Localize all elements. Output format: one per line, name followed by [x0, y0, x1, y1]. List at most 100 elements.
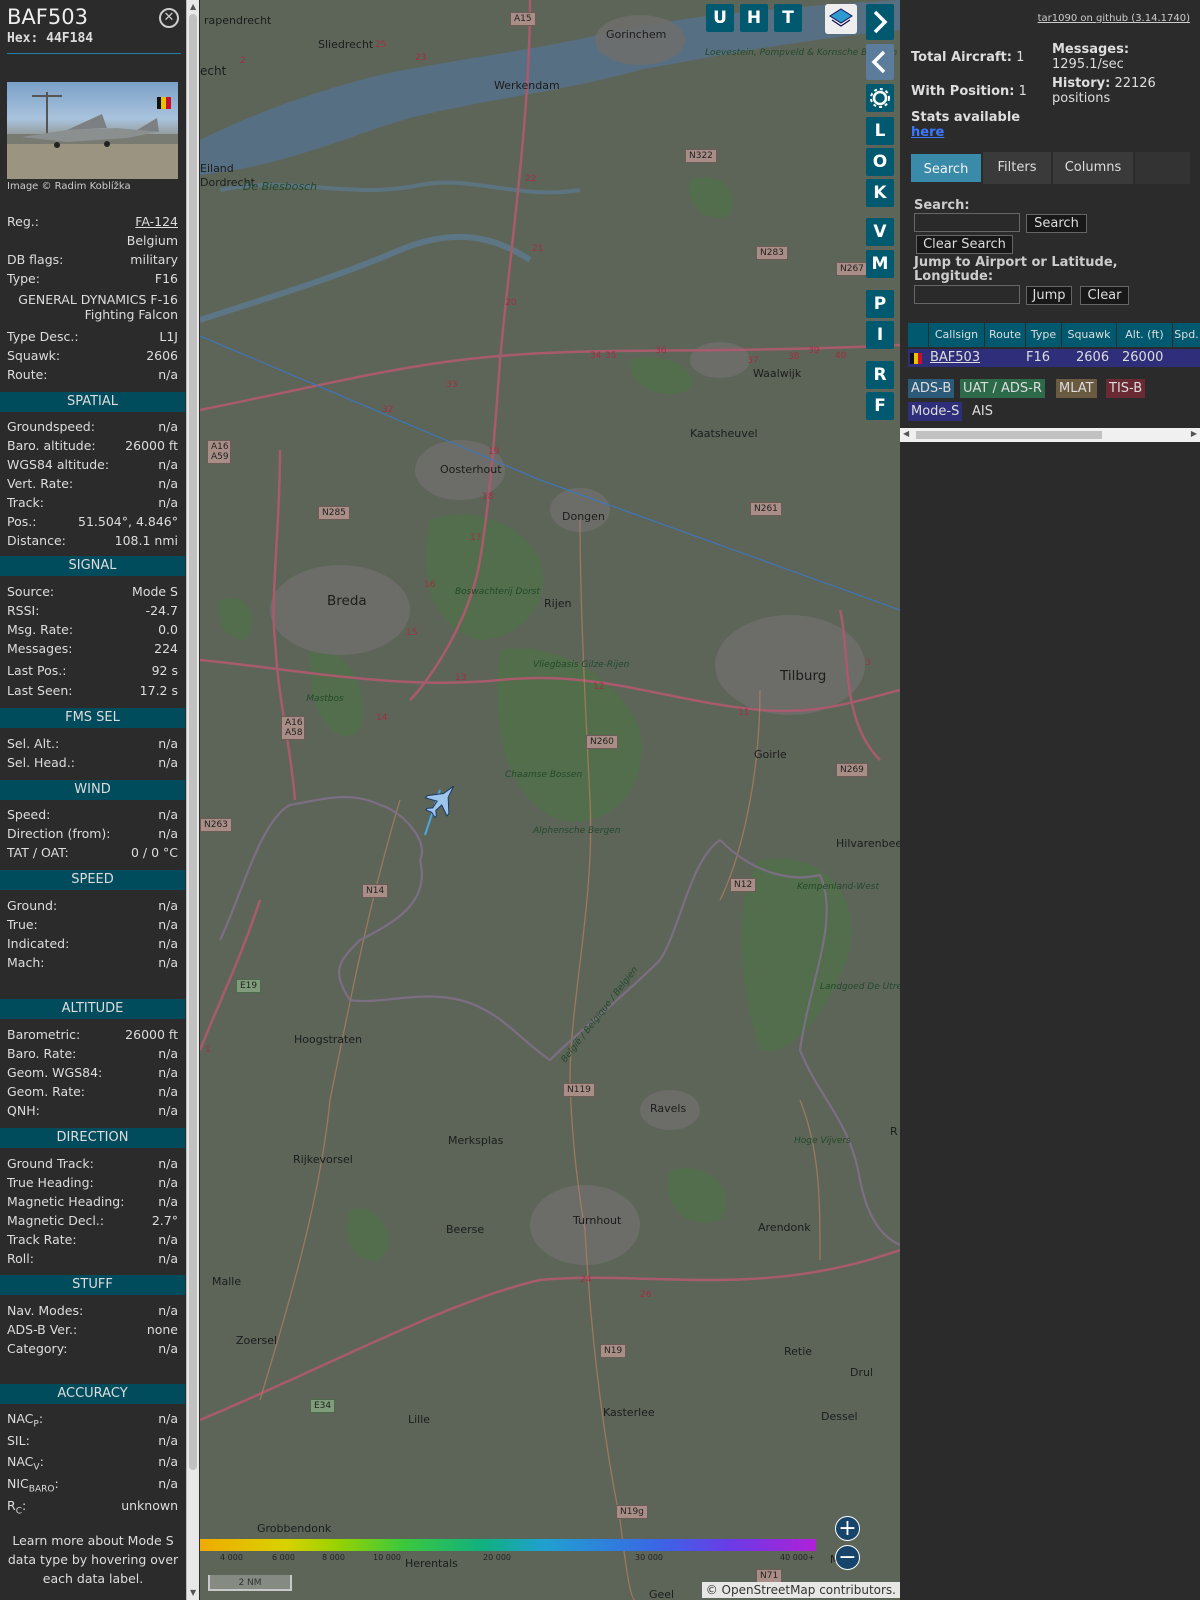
tab-search[interactable]: Search: [909, 152, 983, 184]
chevron-left-icon[interactable]: [866, 44, 894, 80]
detail-label[interactable]: Roll:: [7, 1251, 34, 1266]
place-label: Oosterhout: [440, 463, 502, 476]
detail-label[interactable]: Baro. altitude:: [7, 438, 96, 453]
source-adsb[interactable]: ADS-B: [908, 379, 955, 398]
source-uat[interactable]: UAT / ADS-R: [960, 379, 1045, 398]
search-input[interactable]: [914, 213, 1020, 232]
detail-label[interactable]: Indicated:: [7, 936, 69, 951]
detail-label[interactable]: Ground Track:: [7, 1156, 94, 1171]
gear-icon[interactable]: [866, 84, 894, 112]
side-button-v[interactable]: V: [866, 218, 894, 246]
tab-filters[interactable]: Filters: [983, 152, 1051, 184]
side-button-i[interactable]: I: [866, 321, 894, 349]
detail-label[interactable]: NICBARO:: [7, 1476, 59, 1495]
detail-label[interactable]: NACP:: [7, 1411, 43, 1430]
map-attribution[interactable]: © OpenStreetMap contributors.: [701, 1582, 900, 1598]
detail-label[interactable]: Last Pos.:: [7, 663, 66, 678]
table-header-callsign[interactable]: Callsign: [929, 323, 984, 347]
detail-label[interactable]: Msg. Rate:: [7, 622, 73, 637]
side-button-k[interactable]: K: [866, 179, 894, 207]
side-button-o[interactable]: O: [866, 148, 894, 176]
road-number: 40: [835, 351, 847, 361]
tab-columns[interactable]: Columns: [1053, 152, 1133, 184]
detail-label[interactable]: Source:: [7, 584, 54, 599]
side-button-f[interactable]: F: [866, 392, 894, 420]
scroll-up-icon[interactable]: ▲: [190, 2, 196, 11]
reg-link[interactable]: FA-124: [135, 214, 178, 229]
side-button-p[interactable]: P: [866, 290, 894, 318]
detail-label[interactable]: Category:: [7, 1341, 67, 1356]
close-icon[interactable]: ✕: [159, 8, 179, 28]
detail-label[interactable]: Last Seen:: [7, 683, 72, 698]
detail-label[interactable]: Geom. Rate:: [7, 1084, 85, 1099]
toggle-button-h[interactable]: H: [740, 4, 768, 32]
detail-label[interactable]: Baro. Rate:: [7, 1046, 76, 1061]
detail-label[interactable]: TAT / OAT:: [7, 845, 69, 860]
detail-label[interactable]: Track:: [7, 495, 44, 510]
toggle-button-u[interactable]: U: [706, 4, 734, 32]
detail-label[interactable]: Ground:: [7, 898, 57, 913]
detail-label[interactable]: Speed:: [7, 807, 50, 822]
zoom-in-button[interactable]: +: [835, 1516, 860, 1541]
detail-label[interactable]: Geom. WGS84:: [7, 1065, 102, 1080]
search-button[interactable]: Search: [1026, 214, 1087, 233]
github-link[interactable]: tar1090 on github (3.14.1740): [1038, 13, 1190, 24]
clear-button[interactable]: Clear: [1080, 286, 1129, 305]
side-button-l[interactable]: L: [866, 117, 894, 145]
scrollbar-thumb[interactable]: [916, 431, 1102, 439]
detail-label[interactable]: Direction (from):: [7, 826, 111, 841]
scroll-right-icon[interactable]: ▶: [1191, 429, 1197, 438]
detail-label[interactable]: RSSI:: [7, 603, 39, 618]
sidebar-scrollbar[interactable]: ▲ ▼: [186, 0, 199, 1600]
table-header-altitude[interactable]: Alt. (ft): [1117, 323, 1172, 347]
table-header-speed[interactable]: Spd.: [1173, 323, 1200, 347]
source-modes[interactable]: Mode-S: [908, 402, 963, 421]
source-tisb[interactable]: TIS-B: [1106, 379, 1146, 398]
detail-label[interactable]: Barometric:: [7, 1027, 80, 1042]
zoom-out-button[interactable]: −: [835, 1545, 860, 1570]
stats-link[interactable]: here: [911, 125, 944, 140]
table-horizontal-scrollbar[interactable]: ◀ ▶: [900, 428, 1200, 442]
detail-label[interactable]: Track Rate:: [7, 1232, 77, 1247]
detail-label[interactable]: Magnetic Decl.:: [7, 1213, 104, 1228]
toggle-button-t[interactable]: T: [774, 4, 802, 32]
map-view[interactable]: rapendrecht echt Eiland Drul Mol R Gorin…: [200, 0, 900, 1600]
detail-label[interactable]: Distance:: [7, 533, 66, 548]
detail-label[interactable]: Messages:: [7, 641, 73, 656]
detail-label[interactable]: True Heading:: [7, 1175, 94, 1190]
detail-label[interactable]: Pos.:: [7, 514, 36, 529]
chevron-right-icon[interactable]: [866, 4, 894, 40]
detail-label[interactable]: RC:: [7, 1498, 26, 1517]
total-aircraft-value: 1: [1016, 50, 1025, 65]
detail-label[interactable]: NACV:: [7, 1454, 44, 1473]
detail-label[interactable]: WGS84 altitude:: [7, 457, 109, 472]
detail-label[interactable]: Nav. Modes:: [7, 1303, 83, 1318]
scrollbar-thumb[interactable]: [189, 14, 197, 1470]
detail-label[interactable]: True:: [7, 917, 38, 932]
detail-label[interactable]: Groundspeed:: [7, 419, 95, 434]
side-button-m[interactable]: M: [866, 250, 894, 278]
detail-label[interactable]: Sel. Alt.:: [7, 736, 59, 751]
side-button-r[interactable]: R: [866, 361, 894, 389]
table-header-squawk[interactable]: Squawk: [1062, 323, 1116, 347]
detail-label[interactable]: ADS-B Ver.:: [7, 1322, 77, 1337]
table-row[interactable]: BAF503 F16 2606 26000: [908, 349, 1200, 367]
detail-label[interactable]: Vert. Rate:: [7, 476, 73, 491]
source-ais[interactable]: AIS: [969, 402, 996, 421]
table-header-route[interactable]: Route: [985, 323, 1025, 347]
detail-label[interactable]: Sel. Head.:: [7, 755, 75, 770]
scroll-left-icon[interactable]: ◀: [903, 429, 909, 438]
row-callsign[interactable]: BAF503: [930, 349, 980, 367]
table-header-type[interactable]: Type: [1026, 323, 1061, 347]
scroll-down-icon[interactable]: ▼: [190, 1588, 196, 1597]
jump-button[interactable]: Jump: [1026, 286, 1072, 305]
aircraft-photo[interactable]: [7, 82, 178, 179]
jump-input[interactable]: [914, 285, 1020, 304]
clear-search-button[interactable]: Clear Search: [916, 235, 1013, 254]
source-mlat[interactable]: MLAT: [1056, 379, 1097, 398]
detail-label[interactable]: SIL:: [7, 1433, 30, 1448]
detail-label[interactable]: Magnetic Heading:: [7, 1194, 124, 1209]
layers-icon[interactable]: [825, 4, 857, 34]
detail-label[interactable]: QNH:: [7, 1103, 40, 1118]
detail-label[interactable]: Mach:: [7, 955, 44, 970]
